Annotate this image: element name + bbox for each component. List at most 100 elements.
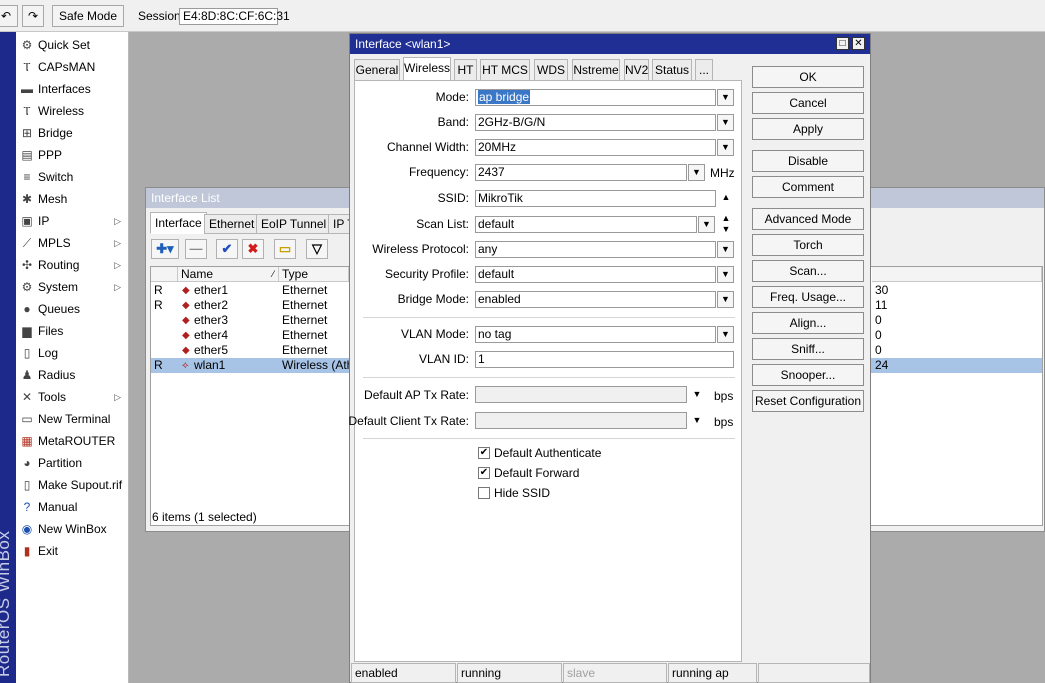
col-extra[interactable] bbox=[872, 267, 1042, 282]
close-button[interactable]: ✕ bbox=[852, 37, 865, 50]
undo-button[interactable]: ↶ bbox=[0, 5, 18, 27]
tab-nstreme[interactable]: Nstreme bbox=[572, 59, 620, 81]
sidebar-item-files[interactable]: ▆ Files bbox=[16, 320, 128, 342]
sidebar-item-mesh[interactable]: ✱ Mesh bbox=[16, 188, 128, 210]
ssid-collapse-button[interactable]: ▲ bbox=[719, 189, 733, 206]
default-ap-tx-rate-dropdown[interactable]: ▼ bbox=[690, 386, 704, 403]
sidebar-item-interfaces[interactable]: ▬ Interfaces bbox=[16, 78, 128, 100]
sniff-button[interactable]: Sniff... bbox=[752, 338, 864, 360]
default-authenticate-checkbox[interactable]: ✔ bbox=[478, 447, 490, 459]
tab-wireless[interactable]: Wireless bbox=[403, 57, 451, 81]
col-type[interactable]: Type bbox=[279, 267, 349, 282]
sidebar-item-ppp[interactable]: ▤ PPP bbox=[16, 144, 128, 166]
security-profile-label: Security Profile: bbox=[384, 267, 469, 281]
sidebar-item-label: Partition bbox=[38, 456, 83, 470]
scan-button[interactable]: Scan... bbox=[752, 260, 864, 282]
maximize-button[interactable]: □ bbox=[836, 37, 849, 50]
apply-button[interactable]: Apply bbox=[752, 118, 864, 140]
security-profile-select[interactable]: default bbox=[475, 266, 716, 283]
sidebar-item-tools[interactable]: ✕ Tools ▷ bbox=[16, 386, 128, 408]
scan-list-dropdown-button[interactable]: ▼ bbox=[698, 216, 715, 233]
vlan-mode-dropdown-button[interactable]: ▼ bbox=[717, 326, 734, 343]
sidebar-item-mpls[interactable]: ⟋ MPLS ▷ bbox=[16, 232, 128, 254]
vlan-id-input[interactable]: 1 bbox=[475, 351, 734, 368]
sidebar-item-queues[interactable]: ● Queues bbox=[16, 298, 128, 320]
disable-button[interactable]: ✖ bbox=[242, 239, 264, 259]
cancel-button[interactable]: Cancel bbox=[752, 92, 864, 114]
sidebar-item-radius[interactable]: ♟ Radius bbox=[16, 364, 128, 386]
comment-button[interactable]: ▭ bbox=[274, 239, 296, 259]
sidebar-item-new-winbox[interactable]: ◉ New WinBox bbox=[16, 518, 128, 540]
sidebar-item-exit[interactable]: ▮ Exit bbox=[16, 540, 128, 562]
sidebar-item-routing[interactable]: ✣ Routing ▷ bbox=[16, 254, 128, 276]
wireless-protocol-select[interactable]: any bbox=[475, 241, 716, 258]
tab-interface[interactable]: Interface bbox=[150, 212, 207, 234]
sidebar-item-bridge[interactable]: ⊞ Bridge bbox=[16, 122, 128, 144]
dialog-title[interactable]: Interface <wlan1> bbox=[350, 34, 870, 54]
safe-mode-button[interactable]: Safe Mode bbox=[52, 5, 124, 27]
freq-usage-button[interactable]: Freq. Usage... bbox=[752, 286, 864, 308]
sidebar-item-make-supout-rif[interactable]: ▯ Make Supout.rif bbox=[16, 474, 128, 496]
default-forward-checkbox[interactable]: ✔ bbox=[478, 467, 490, 479]
frequency-select[interactable]: 2437 bbox=[475, 164, 687, 181]
ok-button[interactable]: OK bbox=[752, 66, 864, 88]
scan-list-select[interactable]: default bbox=[475, 216, 697, 233]
security-profile-dropdown-button[interactable]: ▼ bbox=[717, 266, 734, 283]
tab-nv2[interactable]: NV2 bbox=[624, 59, 649, 81]
channel-width-select[interactable]: 20MHz bbox=[475, 139, 716, 156]
bridge-mode-dropdown-button[interactable]: ▼ bbox=[717, 291, 734, 308]
tab-ht[interactable]: HT bbox=[454, 59, 477, 81]
sidebar-item-wireless[interactable]: Ⲧ Wireless bbox=[16, 100, 128, 122]
sidebar-item-metarouter[interactable]: ▦ MetaROUTER bbox=[16, 430, 128, 452]
wireless-protocol-dropdown-button[interactable]: ▼ bbox=[717, 241, 734, 258]
mode-dropdown-button[interactable]: ▼ bbox=[717, 89, 734, 106]
disable-button[interactable]: Disable bbox=[752, 150, 864, 172]
snooper-button[interactable]: Snooper... bbox=[752, 364, 864, 386]
tab-eoip-tunnel[interactable]: EoIP Tunnel bbox=[256, 214, 332, 234]
advanced-mode-button[interactable]: Advanced Mode bbox=[752, 208, 864, 230]
filter-button[interactable]: ▽ bbox=[306, 239, 328, 259]
redo-button[interactable]: ↷ bbox=[22, 5, 44, 27]
sidebar-item-switch[interactable]: ≡ Switch bbox=[16, 166, 128, 188]
default-client-tx-rate-input[interactable] bbox=[475, 412, 687, 429]
interface-icon: ◆ bbox=[182, 300, 190, 311]
mode-select[interactable]: ap bridge bbox=[475, 89, 716, 106]
vlan-mode-select[interactable]: no tag bbox=[475, 326, 716, 343]
sidebar-item-quick-set[interactable]: ⚙ Quick Set bbox=[16, 34, 128, 56]
frequency-dropdown-button[interactable]: ▼ bbox=[688, 164, 705, 181]
default-client-tx-rate-dropdown[interactable]: ▼ bbox=[690, 412, 704, 429]
channel-width-dropdown-button[interactable]: ▼ bbox=[717, 139, 734, 156]
bridge-mode-select[interactable]: enabled bbox=[475, 291, 716, 308]
default-ap-tx-rate-input[interactable] bbox=[475, 386, 687, 403]
scan-list-remove-button[interactable]: ▼ bbox=[719, 223, 733, 235]
sidebar-item-partition[interactable]: ◕ Partition bbox=[16, 452, 128, 474]
tab-wds[interactable]: WDS bbox=[534, 59, 568, 81]
reset-configuration-button[interactable]: Reset Configuration bbox=[752, 390, 864, 412]
band-select[interactable]: 2GHz-B/G/N bbox=[475, 114, 716, 131]
band-dropdown-button[interactable]: ▼ bbox=[717, 114, 734, 131]
tab-status[interactable]: Status bbox=[652, 59, 692, 81]
hide-ssid-checkbox[interactable] bbox=[478, 487, 490, 499]
tab-more[interactable]: ... bbox=[695, 59, 713, 81]
sidebar-item-label: New Terminal bbox=[38, 412, 111, 426]
bridge-mode-label: Bridge Mode: bbox=[397, 292, 469, 306]
sidebar-item-system[interactable]: ⚙ System ▷ bbox=[16, 276, 128, 298]
ssid-input[interactable]: MikroTik bbox=[475, 190, 716, 207]
remove-button[interactable]: — bbox=[185, 239, 207, 259]
torch-button[interactable]: Torch bbox=[752, 234, 864, 256]
sidebar-item-capsman[interactable]: Ⲧ CAPsMAN bbox=[16, 56, 128, 78]
col-flag[interactable] bbox=[151, 267, 178, 282]
tab-general[interactable]: General bbox=[354, 59, 400, 81]
sidebar-item-manual[interactable]: ? Manual bbox=[16, 496, 128, 518]
session-field[interactable]: E4:8D:8C:CF:6C:31 bbox=[179, 8, 290, 25]
add-button[interactable]: ✚▾ bbox=[151, 239, 179, 259]
col-name[interactable]: Name ⁄ bbox=[178, 267, 279, 282]
tab-ethernet[interactable]: Ethernet bbox=[204, 214, 260, 234]
enable-button[interactable]: ✔ bbox=[216, 239, 238, 259]
sidebar-item-ip[interactable]: ▣ IP ▷ bbox=[16, 210, 128, 232]
comment-button[interactable]: Comment bbox=[752, 176, 864, 198]
sidebar-item-new-terminal[interactable]: ▭ New Terminal bbox=[16, 408, 128, 430]
sidebar-item-log[interactable]: ▯ Log bbox=[16, 342, 128, 364]
align-button[interactable]: Align... bbox=[752, 312, 864, 334]
tab-ht-mcs[interactable]: HT MCS bbox=[480, 59, 530, 81]
